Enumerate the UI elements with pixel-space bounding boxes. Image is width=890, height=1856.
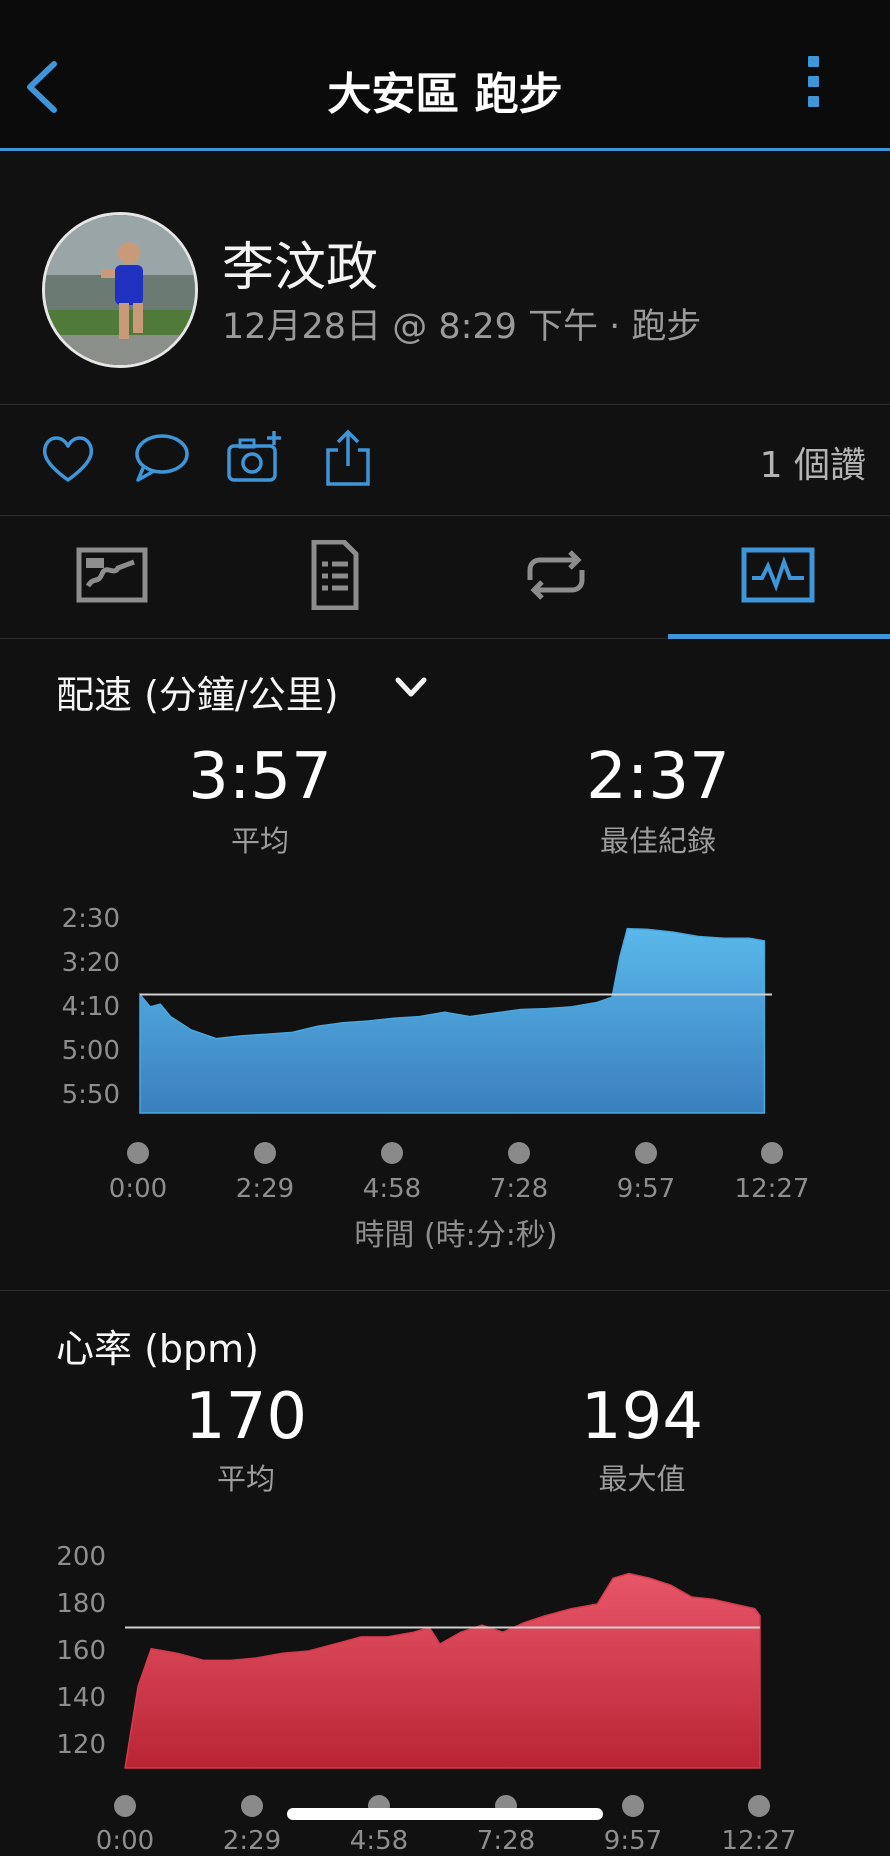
hr-x-tick: 9:57 [603,1826,663,1856]
hr-x-tick-dot[interactable] [748,1795,770,1817]
hr-x-tick: 2:29 [222,1826,282,1856]
hr-x-tick: 7:28 [476,1826,536,1856]
heart-rate-area [124,1572,761,1769]
hr-x-tick-dot[interactable] [241,1795,263,1817]
heart-rate-chart [124,1572,761,1769]
hr-x-tick: 12:27 [721,1826,797,1856]
home-indicator[interactable] [287,1808,603,1820]
hr-x-tick-dot[interactable] [114,1795,136,1817]
hr-x-tick: 4:58 [349,1826,409,1856]
hr-x-tick: 0:00 [95,1826,155,1856]
hr-x-tick-dot[interactable] [622,1795,644,1817]
